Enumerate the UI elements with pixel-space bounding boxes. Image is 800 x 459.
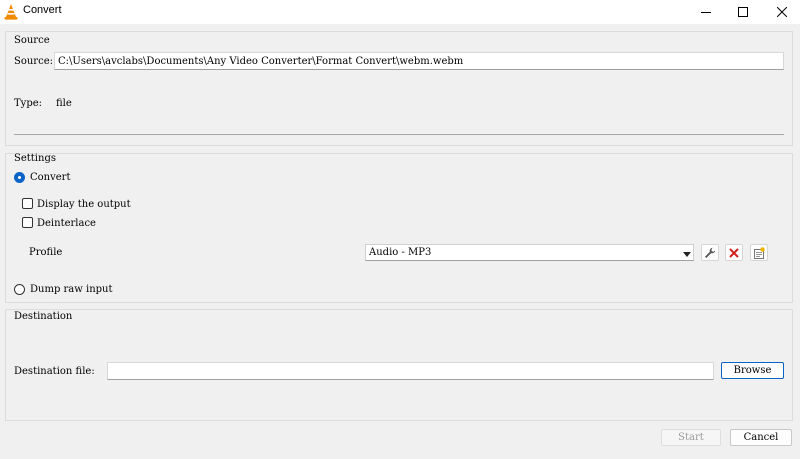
deinterlace-label: Deinterlace	[37, 218, 96, 229]
minimize-button[interactable]	[688, 0, 724, 24]
cancel-button[interactable]: Cancel	[730, 429, 792, 446]
source-divider	[14, 134, 784, 135]
dump-raw-radio[interactable]	[14, 284, 25, 295]
profile-dropdown[interactable]: Audio - MP3	[365, 244, 694, 261]
delete-profile-button[interactable]	[725, 244, 743, 261]
source-group: Source	[5, 31, 793, 146]
convert-label: Convert	[30, 172, 71, 183]
convert-radio[interactable]	[14, 172, 25, 183]
title-bar: Convert	[0, 0, 800, 24]
source-path-field[interactable]: C:\Users\avclabs\Documents\Any Video Con…	[54, 52, 784, 70]
new-profile-button[interactable]	[750, 244, 768, 261]
maximize-button[interactable]	[725, 0, 761, 24]
display-output-label: Display the output	[37, 199, 131, 210]
destination-file-field[interactable]	[107, 362, 714, 380]
new-profile-icon	[754, 246, 765, 259]
type-value: file	[56, 98, 72, 109]
settings-group-title: Settings	[14, 153, 56, 164]
edit-profile-button[interactable]	[701, 244, 719, 261]
wrench-icon	[705, 247, 716, 258]
chevron-down-icon	[683, 250, 691, 261]
browse-button[interactable]: Browse	[721, 362, 784, 379]
delete-x-icon	[729, 247, 739, 258]
vlc-cone-icon	[4, 4, 18, 20]
dump-raw-label: Dump raw input	[30, 284, 113, 295]
close-icon	[777, 7, 787, 17]
source-group-title: Source	[14, 35, 50, 46]
profile-dropdown-value: Audio - MP3	[369, 247, 432, 258]
maximize-icon	[738, 7, 748, 17]
type-label: Type:	[14, 98, 43, 109]
source-label: Source:	[14, 56, 53, 67]
destination-group-title: Destination	[14, 311, 73, 322]
minimize-icon	[701, 12, 711, 13]
start-button[interactable]: Start	[661, 429, 721, 446]
close-window-button[interactable]	[764, 0, 800, 24]
display-output-checkbox[interactable]	[22, 198, 33, 209]
deinterlace-checkbox[interactable]	[22, 217, 33, 228]
destination-file-label: Destination file:	[14, 366, 95, 377]
profile-label: Profile	[29, 247, 63, 258]
window-title: Convert	[23, 4, 62, 16]
settings-group: Settings	[5, 153, 793, 303]
